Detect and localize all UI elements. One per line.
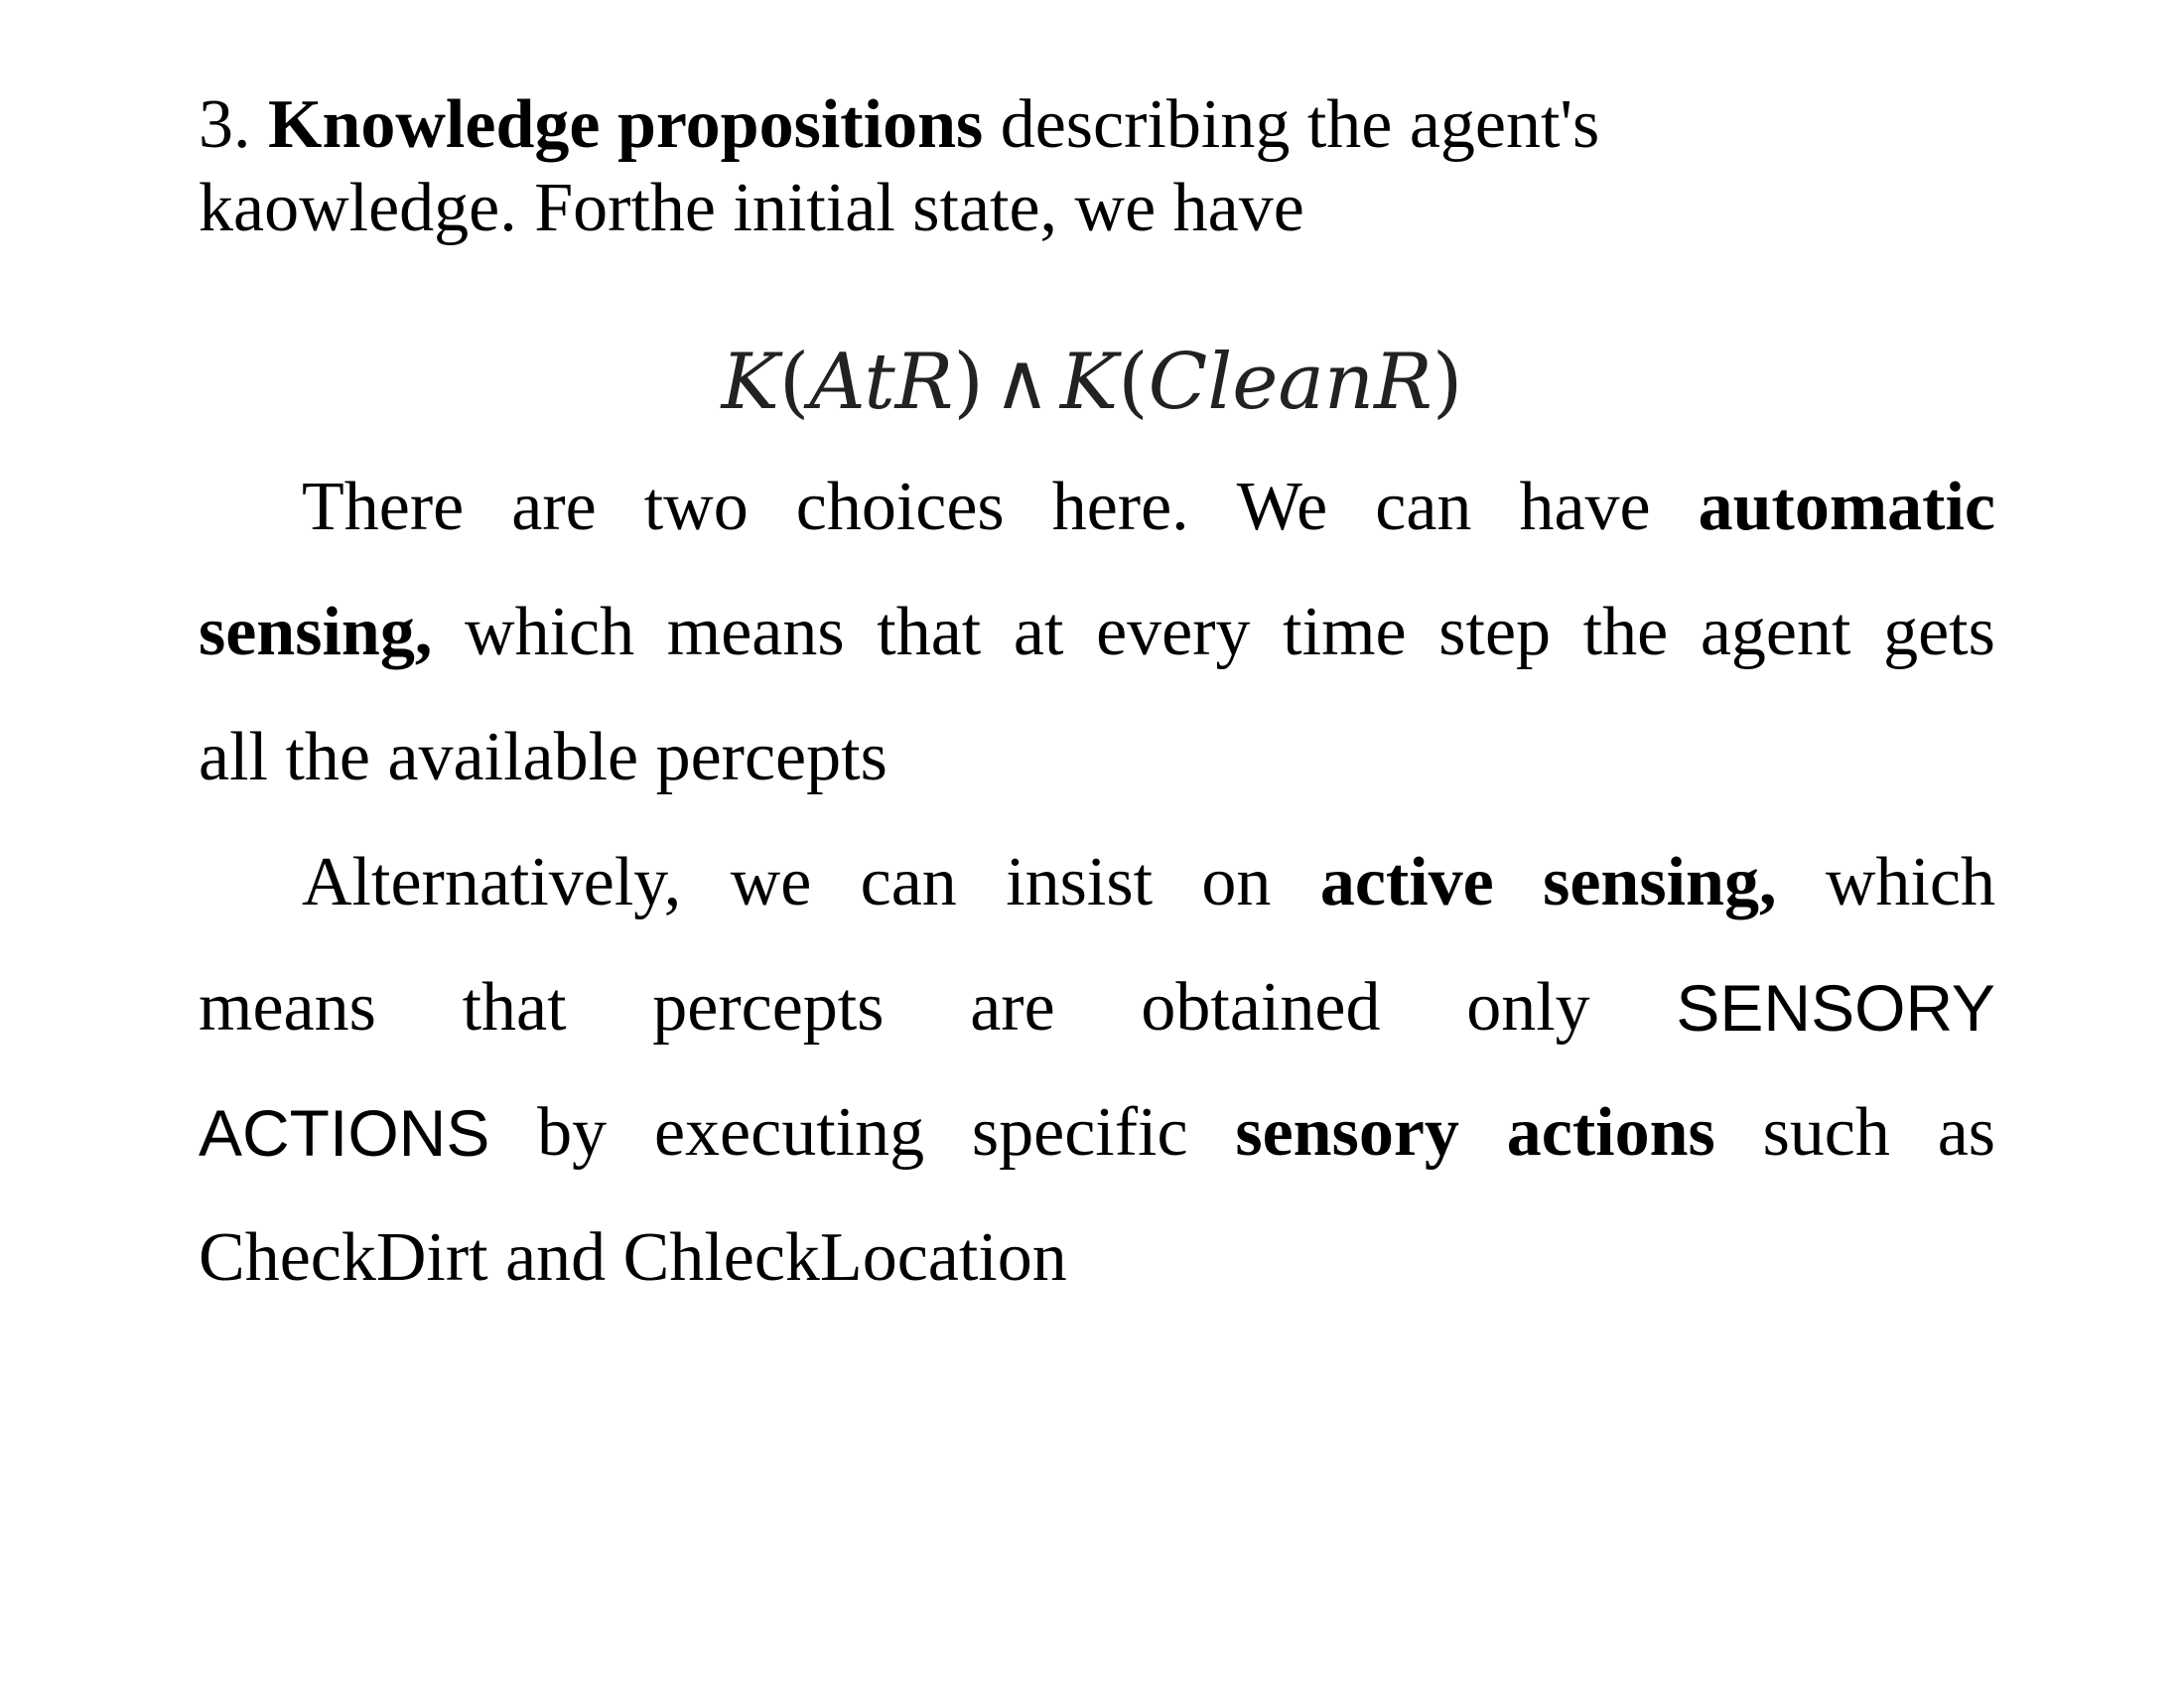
word: which (465, 594, 635, 670)
heading-line-1: 3. Knowledge propositions describing the… (199, 83, 2005, 167)
bold-term-sensory: sensory (1235, 1094, 1459, 1171)
p2-line-2: means that percepts are obtained only SE… (199, 945, 1995, 1070)
word: executing (653, 1094, 925, 1171)
formula-and-operator: ∧ (993, 338, 1050, 427)
word: the (1582, 594, 1669, 670)
word: can (1375, 469, 1472, 545)
formula-close-paren-2: ) (1432, 338, 1463, 427)
word: two (643, 469, 749, 545)
formula-close-paren-1: ) (953, 338, 984, 427)
section-heading-paragraph: 3. Knowledge propositions describing the… (199, 83, 2005, 250)
word: Alternatively, (302, 844, 682, 920)
heading-rest: describing the agent's (1000, 86, 1600, 163)
formula-k-1: K (721, 338, 779, 427)
word: obtained (1141, 969, 1381, 1046)
formula-open-paren-1: ( (778, 338, 810, 427)
word: such (1762, 1094, 1890, 1171)
word: are (970, 969, 1055, 1046)
formula-k-2: K (1059, 338, 1119, 427)
word: that (877, 594, 982, 670)
p2-line-4: CheckDirt and ChleckLocation (199, 1219, 1067, 1296)
margin-term-actions: ACTIONS (199, 1096, 490, 1170)
word: have (1519, 469, 1651, 545)
margin-term-sensory: SENSORY (1676, 971, 1995, 1045)
word: time (1283, 594, 1407, 670)
word: insist (1006, 844, 1154, 920)
p2-line-3: ACTIONS by executing specific sensory ac… (199, 1070, 1995, 1196)
word: every (1096, 594, 1251, 670)
word: on (1201, 844, 1272, 920)
word: means (199, 969, 376, 1046)
word: only (1466, 969, 1590, 1046)
formula-arg-2: CleanR (1148, 338, 1433, 427)
word: here. (1051, 469, 1189, 545)
word: can (860, 844, 957, 920)
word: we (730, 844, 812, 920)
section-number: 3. (199, 86, 251, 163)
p1-line-1: There are two choices here. We can have … (199, 445, 1995, 570)
paragraph-automatic-sensing: There are two choices here. We can have … (199, 445, 1995, 820)
paragraph-active-sensing: Alternatively, we can insist on active s… (199, 820, 1995, 1321)
word: agent (1700, 594, 1851, 670)
bold-term-actions: actions (1506, 1094, 1715, 1171)
section-term: Knowledge propositions (268, 86, 984, 163)
word: gets (1883, 594, 1995, 670)
bold-term-active: active (1319, 844, 1494, 920)
word: percepts (652, 969, 885, 1046)
word: means (666, 594, 845, 670)
formula-open-paren-2: ( (1118, 338, 1149, 427)
word: specific (971, 1094, 1188, 1171)
word: step (1438, 594, 1552, 670)
word: There (302, 469, 465, 545)
word: as (1937, 1094, 1995, 1171)
bold-term-sensing: sensing, (1543, 844, 1777, 920)
p1-line-3: all the available percepts (199, 719, 887, 795)
formula-arg-1: AtR (809, 338, 954, 427)
heading-line-2: kaowledge. Forthe initial state, we have (199, 170, 1304, 246)
word: at (1013, 594, 1064, 670)
bold-term-sensing: sensing, (199, 594, 433, 670)
word: which (1825, 844, 1995, 920)
word: choices (795, 469, 1005, 545)
word: that (462, 969, 567, 1046)
word: are (511, 469, 597, 545)
word: by (537, 1094, 608, 1171)
document-page: 3. Knowledge propositions describing the… (0, 0, 2184, 1688)
knowledge-formula: K(AtR) ∧ K(CleanR) (0, 328, 2184, 437)
bold-term-automatic: automatic (1698, 469, 1995, 545)
p1-line-2: sensing, which means that at every time … (199, 570, 1995, 695)
p2-line-1: Alternatively, we can insist on active s… (199, 820, 1995, 945)
word: We (1236, 469, 1328, 545)
